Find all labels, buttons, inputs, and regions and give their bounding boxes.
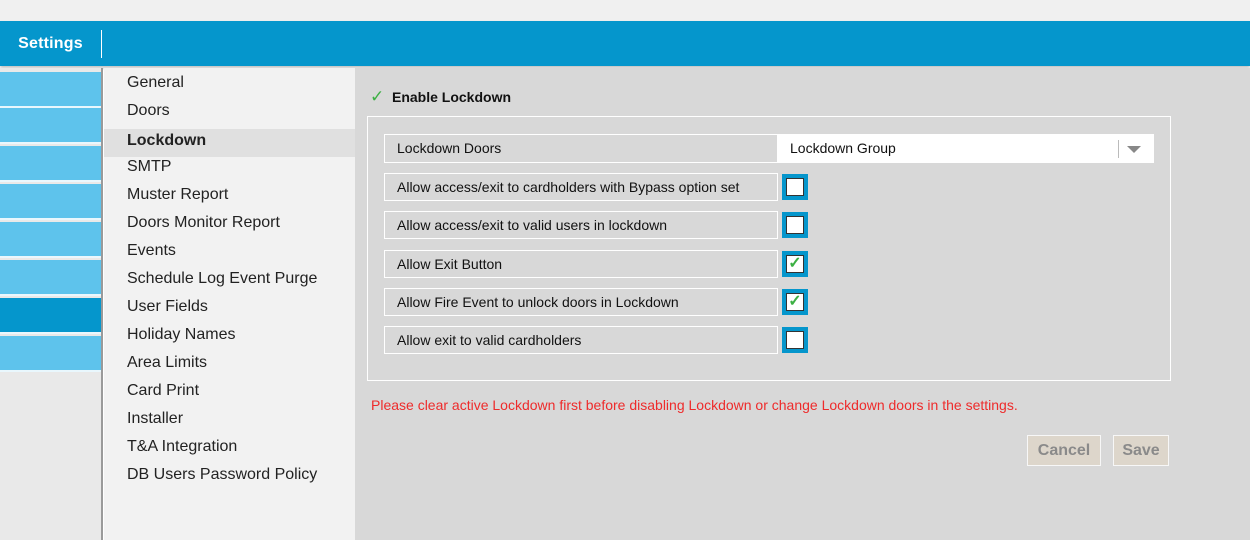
lockdown-doors-select[interactable]: Lockdown Group xyxy=(778,134,1154,163)
menu-item-events[interactable]: Events xyxy=(104,241,355,269)
option-row-valid-users: Allow access/exit to valid users in lock… xyxy=(384,211,811,239)
option-label: Allow access/exit to valid users in lock… xyxy=(384,211,778,239)
option-row-fire-event: Allow Fire Event to unlock doors in Lock… xyxy=(384,288,811,316)
app-header: Settings xyxy=(0,21,1250,66)
menu-item-schedule-log-event-purge[interactable]: Schedule Log Event Purge xyxy=(104,269,355,297)
lockdown-warning-message: Please clear active Lockdown first befor… xyxy=(371,397,1018,413)
checkbox-box: ✓ xyxy=(786,255,804,273)
menu-item-db-users-password-policy[interactable]: DB Users Password Policy xyxy=(104,465,355,493)
menu-item-installer[interactable]: Installer xyxy=(104,409,355,437)
menu-item-doors-monitor-report[interactable]: Doors Monitor Report xyxy=(104,213,355,241)
menu-item-ta-integration[interactable]: T&A Integration xyxy=(104,437,355,465)
menu-item-doors[interactable]: Doors xyxy=(104,101,355,129)
rail-item-4[interactable] xyxy=(0,184,101,220)
checkbox-box xyxy=(786,331,804,349)
menu-item-lockdown[interactable]: Lockdown xyxy=(104,129,355,157)
save-button[interactable]: Save xyxy=(1113,435,1169,466)
option-row-exit-button: Allow Exit Button ✓ xyxy=(384,250,811,278)
option-label: Allow Fire Event to unlock doors in Lock… xyxy=(384,288,778,316)
menu-item-card-print[interactable]: Card Print xyxy=(104,381,355,409)
option-row-exit-valid-cardholders: Allow exit to valid cardholders xyxy=(384,326,811,354)
left-icon-rail xyxy=(0,68,103,540)
menu-item-holiday-names[interactable]: Holiday Names xyxy=(104,325,355,353)
chevron-down-icon[interactable] xyxy=(1127,146,1141,153)
rail-item-6[interactable] xyxy=(0,260,101,296)
checkbox-box: ✓ xyxy=(786,293,804,311)
checkbox-box xyxy=(786,216,804,234)
menu-item-user-fields[interactable]: User Fields xyxy=(104,297,355,325)
checkmark-icon: ✓ xyxy=(370,87,385,106)
option-label: Allow access/exit to cardholders with By… xyxy=(384,173,778,201)
lockdown-doors-value: Lockdown Group xyxy=(790,140,896,156)
settings-menu: General Doors Lockdown SMTP Muster Repor… xyxy=(104,68,355,540)
option-checkbox-exit-button[interactable]: ✓ xyxy=(782,251,808,277)
option-checkbox-bypass[interactable] xyxy=(782,174,808,200)
cancel-button[interactable]: Cancel xyxy=(1027,435,1101,466)
lockdown-doors-row: Lockdown Doors Lockdown Group xyxy=(384,134,1154,163)
lockdown-doors-label: Lockdown Doors xyxy=(384,134,778,163)
page-title: Settings xyxy=(18,35,83,52)
rail-item-8[interactable] xyxy=(0,336,101,372)
option-label: Allow Exit Button xyxy=(384,250,778,278)
option-label: Allow exit to valid cardholders xyxy=(384,326,778,354)
menu-item-smtp[interactable]: SMTP xyxy=(104,157,355,185)
menu-item-general[interactable]: General xyxy=(104,73,355,101)
rail-item-5[interactable] xyxy=(0,222,101,258)
option-checkbox-exit-valid-cardholders[interactable] xyxy=(782,327,808,353)
rail-item-2[interactable] xyxy=(0,108,101,144)
option-row-bypass: Allow access/exit to cardholders with By… xyxy=(384,173,811,201)
select-divider xyxy=(1118,140,1119,158)
rail-item-1[interactable] xyxy=(0,72,101,108)
option-checkbox-valid-users[interactable] xyxy=(782,212,808,238)
enable-lockdown-toggle[interactable]: ✓ Enable Lockdown xyxy=(370,87,511,107)
enable-lockdown-label: Enable Lockdown xyxy=(392,89,512,105)
rail-item-settings[interactable] xyxy=(0,298,101,334)
rail-item-3[interactable] xyxy=(0,146,101,182)
option-checkbox-fire-event[interactable]: ✓ xyxy=(782,289,808,315)
checkbox-box xyxy=(786,178,804,196)
menu-item-area-limits[interactable]: Area Limits xyxy=(104,353,355,381)
header-divider xyxy=(101,30,102,58)
menu-item-muster-report[interactable]: Muster Report xyxy=(104,185,355,213)
top-strip xyxy=(0,0,1250,21)
